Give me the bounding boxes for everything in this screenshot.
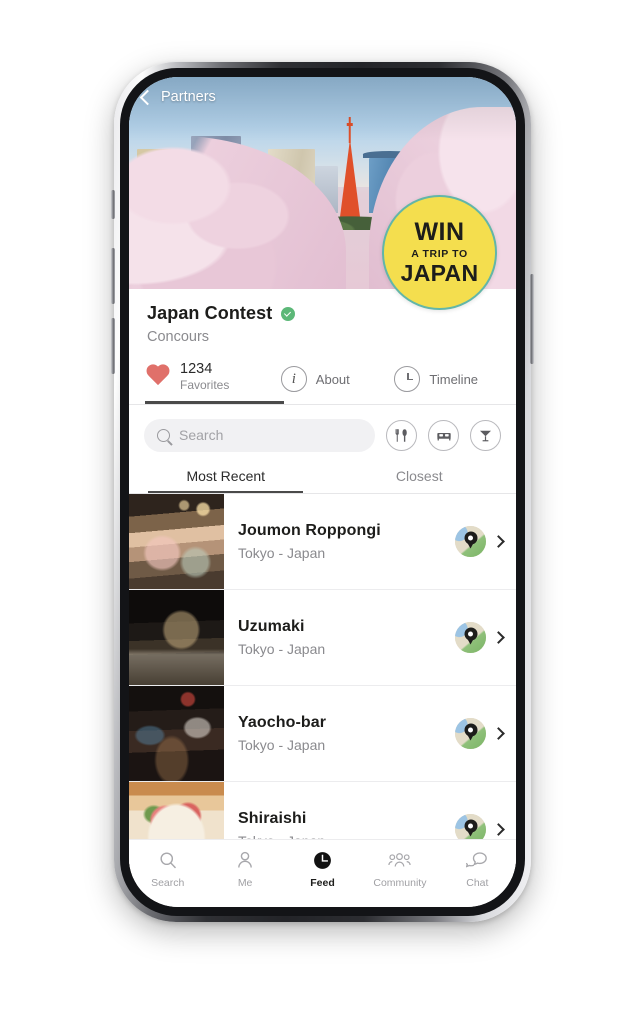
- search-icon: [158, 849, 178, 871]
- tab-timeline[interactable]: Timeline: [386, 366, 500, 401]
- venue-name: Yaocho-bar: [238, 713, 327, 731]
- chevron-right-icon: [492, 822, 505, 836]
- search-and-filters: [129, 404, 516, 462]
- table-row[interactable]: Uzumaki Tokyo - Japan: [129, 589, 516, 686]
- row-actions: [455, 525, 516, 557]
- venue-thumbnail: [129, 685, 224, 781]
- bottom-navigation-bar: Search Me Feed Community Chat: [129, 839, 516, 907]
- nav-label: Search: [151, 877, 185, 889]
- badge-line-2: A TRIP TO: [411, 247, 468, 260]
- tab-about[interactable]: i About: [273, 366, 387, 401]
- map-pin-icon[interactable]: [455, 717, 486, 749]
- venue-name: Joumon Roppongi: [238, 521, 381, 539]
- sort-tabs: Most Recent Closest: [129, 461, 517, 493]
- phone-device-frame: Partners WIN A TRIP TO JAPAN Japan Conte…: [111, 62, 534, 922]
- cocktail-icon: [480, 430, 491, 441]
- venue-list: Joumon Roppongi Tokyo - Japan Uzumaki To…: [129, 493, 516, 878]
- profile-tabs: 1234 Favorites i About Timeline: [129, 345, 516, 402]
- tab-favorites[interactable]: 1234 Favorites: [145, 361, 273, 401]
- volume-up-button[interactable]: [111, 248, 115, 304]
- verified-check-icon: [281, 306, 296, 321]
- nav-item-community[interactable]: Community: [361, 849, 438, 889]
- people-group-icon: [388, 849, 412, 871]
- nav-label: Community: [373, 877, 427, 889]
- power-button[interactable]: [530, 274, 534, 364]
- hero-gradient-scrim: [129, 77, 516, 141]
- search-icon: [157, 428, 170, 442]
- favorites-count: 1234: [180, 361, 213, 377]
- row-actions: [455, 717, 516, 749]
- venue-location: Tokyo - Japan: [238, 640, 326, 657]
- map-pin-icon[interactable]: [455, 525, 486, 557]
- venue-location: Tokyo - Japan: [238, 736, 326, 753]
- search-input[interactable]: [179, 427, 362, 444]
- mute-switch-button[interactable]: [111, 190, 115, 219]
- chevron-right-icon: [492, 630, 505, 644]
- row-actions: [455, 621, 516, 653]
- screenshot-canvas: Partners WIN A TRIP TO JAPAN Japan Conte…: [0, 0, 644, 1024]
- info-icon: i: [280, 366, 307, 393]
- heart-icon: [145, 365, 171, 389]
- chevron-right-icon: [492, 726, 505, 740]
- venue-name: Shiraishi: [238, 809, 307, 827]
- sort-tab-closest[interactable]: Closest: [323, 462, 517, 493]
- chat-bubbles-icon: [466, 849, 488, 871]
- venue-thumbnail: [129, 493, 224, 589]
- page-title: Japan Contest: [147, 303, 273, 323]
- nav-label: Chat: [466, 877, 489, 889]
- venue-info: Yaocho-bar Tokyo - Japan: [224, 714, 455, 753]
- sort-tab-most-recent[interactable]: Most Recent: [129, 462, 323, 493]
- bed-icon: [436, 433, 451, 441]
- chevron-left-icon: [139, 89, 156, 105]
- venue-info: Joumon Roppongi Tokyo - Japan: [224, 522, 455, 561]
- win-trip-badge[interactable]: WIN A TRIP TO JAPAN: [382, 195, 497, 310]
- clock-icon: [394, 366, 421, 393]
- filter-hotel-button[interactable]: [428, 419, 459, 451]
- page-subtitle: Concours: [147, 329, 210, 345]
- volume-down-button[interactable]: [111, 318, 115, 374]
- back-label: Partners: [161, 89, 216, 105]
- venue-info: Uzumaki Tokyo - Japan: [224, 618, 455, 657]
- nav-item-me[interactable]: Me: [206, 849, 283, 889]
- nav-label: Feed: [310, 877, 335, 889]
- map-pin-icon[interactable]: [455, 621, 486, 653]
- venue-thumbnail: [129, 589, 224, 685]
- fork-knife-icon: [395, 428, 407, 442]
- person-icon: [235, 849, 255, 871]
- nav-label: Me: [237, 877, 253, 889]
- phone-bezel: Partners WIN A TRIP TO JAPAN Japan Conte…: [120, 68, 525, 916]
- timeline-label: Timeline: [429, 371, 479, 387]
- clock-filled-icon: [312, 849, 333, 871]
- venue-location: Tokyo - Japan: [238, 544, 326, 561]
- nav-item-chat[interactable]: Chat: [439, 849, 516, 889]
- filter-bar-button[interactable]: [470, 419, 501, 451]
- nav-item-search[interactable]: Search: [129, 849, 206, 889]
- badge-line-1: WIN: [414, 217, 465, 246]
- back-navigation[interactable]: Partners: [139, 89, 216, 105]
- app-scroll-area[interactable]: Partners WIN A TRIP TO JAPAN Japan Conte…: [129, 77, 516, 907]
- search-field-wrapper[interactable]: [144, 418, 375, 452]
- favorites-label: Favorites: [180, 377, 230, 392]
- nav-item-feed[interactable]: Feed: [284, 849, 361, 889]
- badge-line-3: JAPAN: [400, 260, 479, 287]
- table-row[interactable]: Joumon Roppongi Tokyo - Japan: [129, 493, 516, 590]
- filter-restaurant-button[interactable]: [386, 419, 417, 451]
- venue-name: Uzumaki: [238, 617, 305, 635]
- chevron-right-icon: [492, 534, 505, 548]
- phone-screen: Partners WIN A TRIP TO JAPAN Japan Conte…: [129, 77, 516, 907]
- about-label: About: [315, 371, 350, 387]
- table-row[interactable]: Yaocho-bar Tokyo - Japan: [129, 685, 516, 782]
